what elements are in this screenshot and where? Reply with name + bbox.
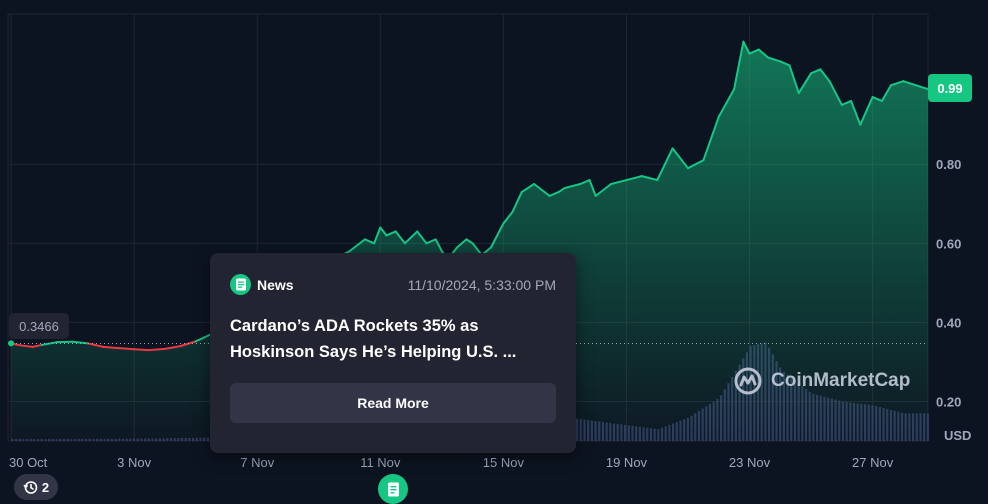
start-point bbox=[8, 340, 14, 346]
price-line-segment bbox=[119, 348, 134, 349]
open-price-badge: 0.3466 bbox=[9, 313, 69, 339]
last-price-badge: 0.99 bbox=[928, 74, 972, 102]
watermark-text: CoinMarketCap bbox=[771, 370, 910, 392]
x-tick-label: 23 Nov bbox=[729, 455, 771, 470]
news-title[interactable]: Cardano’s ADA Rockets 35% as Hoskinson S… bbox=[230, 313, 556, 365]
y-tick-label: 0.20 bbox=[936, 394, 961, 409]
y-tick-label: 0.80 bbox=[936, 157, 961, 172]
y-tick-label: 0.60 bbox=[936, 236, 961, 251]
history-count: 2 bbox=[42, 480, 49, 495]
price-line-segment bbox=[150, 349, 165, 350]
x-tick-label: 3 Nov bbox=[117, 455, 151, 470]
coinmarketcap-logo-icon bbox=[733, 366, 763, 396]
news-header: News bbox=[230, 274, 294, 295]
currency-label: USD bbox=[944, 428, 971, 443]
history-button[interactable]: 2 bbox=[14, 474, 58, 500]
news-popup: News 11/10/2024, 5:33:00 PM Cardano’s AD… bbox=[210, 253, 576, 453]
x-tick-label: 27 Nov bbox=[852, 455, 894, 470]
price-line-segment bbox=[134, 349, 149, 350]
history-icon bbox=[23, 480, 38, 495]
x-tick-label: 15 Nov bbox=[483, 455, 525, 470]
read-more-button[interactable]: Read More bbox=[230, 383, 556, 423]
coinmarketcap-watermark: CoinMarketCap bbox=[733, 366, 910, 396]
x-tick-label: 11 Nov bbox=[360, 455, 401, 470]
news-marker[interactable] bbox=[378, 474, 408, 504]
document-icon bbox=[230, 274, 251, 295]
x-tick-label: 19 Nov bbox=[606, 455, 648, 470]
x-tick-label: 30 Oct bbox=[9, 455, 48, 470]
price-line-segment bbox=[103, 347, 118, 348]
document-icon bbox=[387, 482, 400, 497]
news-date: 11/10/2024, 5:33:00 PM bbox=[408, 277, 556, 293]
news-label: News bbox=[257, 277, 294, 293]
x-tick-label: 7 Nov bbox=[240, 455, 274, 470]
y-tick-label: 0.40 bbox=[936, 315, 961, 330]
